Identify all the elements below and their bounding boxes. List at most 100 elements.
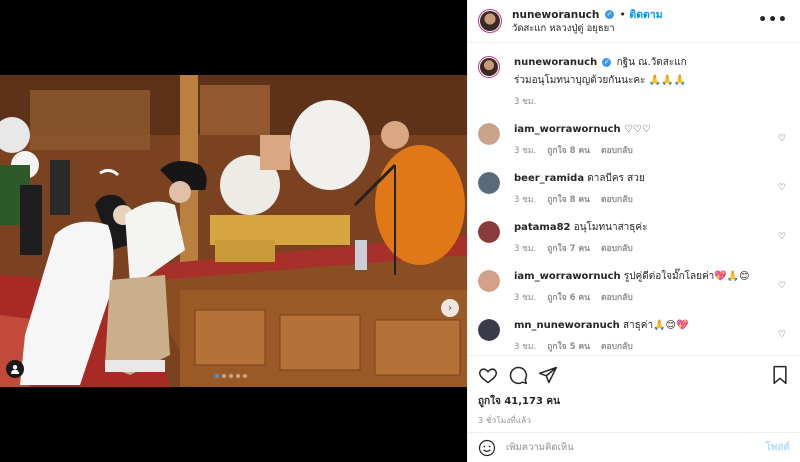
comment-item: mn_nuneworanuch สาธุค่า🙏😊💖 3 ชม. ถูกใจ 5 ค… (478, 319, 790, 354)
follow-button[interactable]: ติดตาม (629, 9, 662, 21)
reply-button[interactable]: ตอบกลับ (601, 146, 633, 156)
comment-like-heart-icon[interactable]: ♡ (778, 134, 786, 144)
verified-badge-icon: ✓ (602, 57, 612, 67)
reply-button[interactable]: ตอบกลับ (601, 342, 633, 352)
bookmark-icon[interactable] (770, 365, 790, 385)
comment-body: patama82 อนุโมทนาสาธุค่ะ 3 ชม. ถูกใจ 7 คน ต… (514, 221, 647, 256)
comments-list: nuneworanuch ✓ กฐิน ณ.วัดสะแก ร่วมอนุโมท… (468, 44, 800, 354)
comment-time: 3 ชม. (514, 146, 537, 156)
comment-meta: 3 ชม. ถูกใจ 7 คน ตอบกลับ (514, 242, 647, 256)
caption: nuneworanuch ✓ กฐิน ณ.วัดสะแก ร่วมอนุโมท… (478, 56, 790, 109)
comment-like-heart-icon[interactable]: ♡ (778, 330, 786, 340)
comment-content: ♡♡♡ (623, 124, 651, 135)
commenter-username[interactable]: iam_worrawornuch (514, 124, 621, 135)
carousel-dot (229, 374, 233, 378)
commenter-username[interactable]: patama82 (514, 222, 571, 233)
tagged-users-button[interactable] (6, 360, 24, 378)
comment-like-heart-icon[interactable]: ♡ (778, 232, 786, 242)
comment-body: iam_worrawornuch ♡♡♡ 3 ชม. ถูกใจ 8 คน ตอบกล… (514, 123, 651, 158)
action-icons (478, 364, 790, 386)
comment-likes[interactable]: ถูกใจ 8 คน (547, 195, 590, 205)
comment-item: beer_ramida ดาลบีคร สวย 3 ชม. ถูกใจ 8 คน ตอ… (478, 172, 790, 207)
commenter-username[interactable]: beer_ramida (514, 173, 584, 184)
caption-line2: ร่วมอนุโมทนาบุญด้วยกันนะคะ 🙏🙏🙏 (514, 75, 686, 86)
reply-button[interactable]: ตอบกลับ (601, 244, 633, 254)
carousel-dot (215, 374, 219, 378)
comment-time: 3 ชม. (514, 293, 537, 303)
add-comment-bar: โพสต์ (468, 432, 800, 462)
author-username[interactable]: nuneworanuch (512, 9, 599, 21)
caption-meta: 3 ชม. (514, 95, 687, 109)
comment-likes[interactable]: ถูกใจ 7 คน (547, 244, 590, 254)
comment-bubble-icon[interactable] (508, 365, 528, 385)
avatar-image (478, 123, 500, 145)
photo-illustration (0, 75, 467, 387)
carousel-dot (222, 374, 226, 378)
emoji-icon[interactable] (478, 439, 496, 457)
verified-badge-icon: ✓ (604, 10, 614, 19)
header-text: nuneworanuch ✓ • ติดตาม วัดสะแก หลวงปู่ด… (512, 8, 663, 35)
caption-text: nuneworanuch ✓ กฐิน ณ.วัดสะแก (514, 56, 687, 70)
caption-avatar[interactable] (478, 56, 500, 78)
comment-meta: 3 ชม. ถูกใจ 5 คน ตอบกลับ (514, 340, 688, 354)
avatar-image (478, 221, 500, 243)
carousel-dot (236, 374, 240, 378)
post-location[interactable]: วัดสะแก หลวงปู่ดู่ อยุธยา (512, 22, 663, 35)
commenter-avatar[interactable] (478, 319, 500, 341)
commenter-username[interactable]: mn_nuneworanuch (514, 320, 620, 331)
share-send-icon[interactable] (538, 365, 558, 385)
comment-body: mn_nuneworanuch สาธุค่า🙏😊💖 3 ชม. ถูกใจ 5 ค… (514, 319, 688, 354)
more-options-icon[interactable]: ••• (758, 12, 788, 28)
comment-text: mn_nuneworanuch สาธุค่า🙏😊💖 (514, 319, 688, 333)
comment-content: อนุโมทนาสาธุค่ะ (573, 222, 648, 233)
comment-item: iam_worrawornuch รูปคู่ดีต่อใจมั๊กโลยค่า… (478, 270, 790, 305)
carousel-dot (243, 374, 247, 378)
instagram-post-view: › nuneworanuch ✓ • ติดตาม วัดสะแก หลวงปู… (0, 0, 800, 462)
comment-text: iam_worrawornuch ♡♡♡ (514, 123, 651, 137)
post-sidebar: nuneworanuch ✓ • ติดตาม วัดสะแก หลวงปู่ด… (467, 0, 800, 462)
carousel-next-button[interactable]: › (441, 299, 459, 317)
comment-likes[interactable]: ถูกใจ 8 คน (547, 146, 590, 156)
comment-time: 3 ชม. (514, 195, 537, 205)
comment-item: iam_worrawornuch ♡♡♡ 3 ชม. ถูกใจ 8 คน ตอบกล… (478, 123, 790, 158)
post-age: 3 ชั่วโมงที่แล้ว (478, 416, 532, 425)
comment-body: beer_ramida ดาลบีคร สวย 3 ชม. ถูกใจ 8 คน ตอ… (514, 172, 645, 207)
user-icon (11, 365, 19, 374)
comment-item: patama82 อนุโมทนาสาธุค่ะ 3 ชม. ถูกใจ 7 คน ต… (478, 221, 790, 256)
author-avatar[interactable] (478, 9, 502, 33)
comment-meta: 3 ชม. ถูกใจ 8 คน ตอบกลับ (514, 144, 651, 158)
chevron-right-icon: › (448, 302, 452, 314)
comment-like-heart-icon[interactable]: ♡ (778, 183, 786, 193)
commenter-avatar[interactable] (478, 221, 500, 243)
like-heart-icon[interactable] (478, 365, 498, 385)
avatar-image (478, 172, 500, 194)
comment-content: รูปคู่ดีต่อใจมั๊กโลยค่า💖🙏😊 (623, 271, 750, 282)
commenter-avatar[interactable] (478, 270, 500, 292)
comment-rows: iam_worrawornuch ♡♡♡ 3 ชม. ถูกใจ 8 คน ตอบกล… (478, 123, 790, 354)
comment-time: 3 ชม. (514, 342, 537, 352)
caption-line1: กฐิน ณ.วัดสะแก (616, 57, 687, 68)
comment-text: patama82 อนุโมทนาสาธุค่ะ (514, 221, 647, 235)
post-header: nuneworanuch ✓ • ติดตาม วัดสะแก หลวงปู่ด… (468, 0, 800, 43)
commenter-avatar[interactable] (478, 123, 500, 145)
likes-count[interactable]: ถูกใจ 41,173 คน (478, 394, 790, 409)
comment-likes[interactable]: ถูกใจ 6 คน (547, 293, 590, 303)
reply-button[interactable]: ตอบกลับ (601, 195, 633, 205)
post-photo[interactable]: › (0, 75, 467, 387)
caption-username[interactable]: nuneworanuch (514, 57, 597, 68)
comment-meta: 3 ชม. ถูกใจ 8 คน ตอบกลับ (514, 193, 645, 207)
post-actions: ถูกใจ 41,173 คน 3 ชั่วโมงที่แล้ว (468, 355, 800, 427)
post-comment-button[interactable]: โพสต์ (765, 440, 790, 455)
commenter-username[interactable]: iam_worrawornuch (514, 271, 621, 282)
comment-likes[interactable]: ถูกใจ 5 คน (547, 342, 590, 352)
commenter-avatar[interactable] (478, 172, 500, 194)
carousel-indicator (215, 374, 247, 378)
comment-input[interactable] (506, 442, 766, 453)
caption-time: 3 ชม. (514, 97, 537, 107)
comment-like-heart-icon[interactable]: ♡ (778, 281, 786, 291)
caption-body: nuneworanuch ✓ กฐิน ณ.วัดสะแก ร่วมอนุโมท… (514, 56, 687, 109)
avatar-image (478, 270, 500, 292)
comment-text: beer_ramida ดาลบีคร สวย (514, 172, 645, 186)
comment-content: ดาลบีคร สวย (587, 173, 645, 184)
reply-button[interactable]: ตอบกลับ (601, 293, 633, 303)
